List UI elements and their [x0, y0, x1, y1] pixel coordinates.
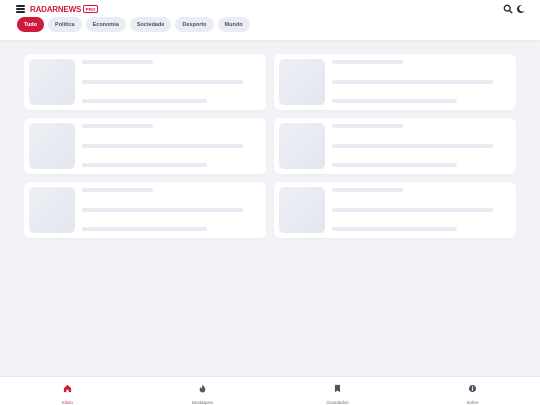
skeleton-card — [24, 182, 266, 238]
skeleton-thumbnail — [29, 123, 75, 169]
brand-logo[interactable]: RADARNEWS PRO — [30, 4, 98, 14]
category-chip-desporto[interactable]: Desporto — [175, 17, 214, 32]
skeleton-line — [332, 99, 457, 103]
nav-item-inicio[interactable]: Início — [0, 377, 135, 405]
skeleton-thumbnail — [29, 59, 75, 105]
category-chip-politica[interactable]: Política — [48, 17, 82, 32]
skeleton-card — [274, 118, 516, 174]
nav-item-destaques[interactable]: Destaques — [135, 377, 270, 405]
category-chip-mundo[interactable]: Mundo — [217, 17, 250, 32]
skeleton-thumbnail — [279, 59, 325, 105]
skeleton-thumbnail — [279, 123, 325, 169]
skeleton-line — [82, 163, 207, 167]
moon-icon[interactable] — [516, 4, 526, 14]
top-app-bar: RADARNEWS PRO Tudo Política Economia Socied… — [0, 0, 540, 40]
skeleton-line — [82, 60, 153, 64]
skeleton-line — [332, 80, 493, 84]
nav-label: Guardados — [326, 400, 349, 405]
skeleton-line — [332, 60, 403, 64]
nav-label: Destaques — [191, 400, 214, 405]
search-icon[interactable] — [503, 4, 513, 14]
category-chip-tudo[interactable]: Tudo — [17, 17, 45, 32]
skeleton-line — [82, 144, 243, 148]
skeleton-card — [274, 182, 516, 238]
home-icon — [63, 380, 72, 398]
skeleton-thumbnail — [29, 187, 75, 233]
skeleton-line — [332, 208, 493, 212]
skeleton-line — [82, 208, 243, 212]
skeleton-card — [24, 118, 266, 174]
news-feed-skeleton — [24, 54, 516, 238]
skeleton-card — [274, 54, 516, 110]
nav-label: Início — [62, 400, 73, 405]
skeleton-line — [332, 124, 403, 128]
skeleton-line — [332, 144, 493, 148]
flame-icon — [198, 380, 207, 398]
nav-label: Sobre — [466, 400, 479, 405]
nav-item-guardados[interactable]: Guardados — [270, 377, 405, 405]
skeleton-line — [82, 99, 207, 103]
skeleton-line — [82, 80, 243, 84]
skeleton-line — [82, 188, 153, 192]
bookmark-icon — [333, 380, 342, 398]
category-chip-economia[interactable]: Economia — [85, 17, 126, 32]
brand-name: RADARNEWS — [30, 4, 82, 14]
category-chip-sociedade[interactable]: Sociedade — [129, 17, 172, 32]
skeleton-line — [82, 124, 153, 128]
skeleton-card — [24, 54, 266, 110]
nav-item-sobre[interactable]: Sobre — [405, 377, 540, 405]
category-tabs: Tudo Política Economia Sociedade Desporto Mun… — [17, 17, 250, 32]
hamburger-menu-icon[interactable] — [16, 5, 25, 13]
skeleton-line — [82, 227, 207, 231]
skeleton-line — [332, 188, 403, 192]
brand-badge: PRO — [83, 5, 98, 13]
skeleton-line — [332, 227, 457, 231]
bottom-navigation: Início Destaques Guardados Sobre — [0, 376, 540, 405]
skeleton-line — [332, 163, 457, 167]
info-icon — [468, 380, 477, 398]
skeleton-thumbnail — [279, 187, 325, 233]
